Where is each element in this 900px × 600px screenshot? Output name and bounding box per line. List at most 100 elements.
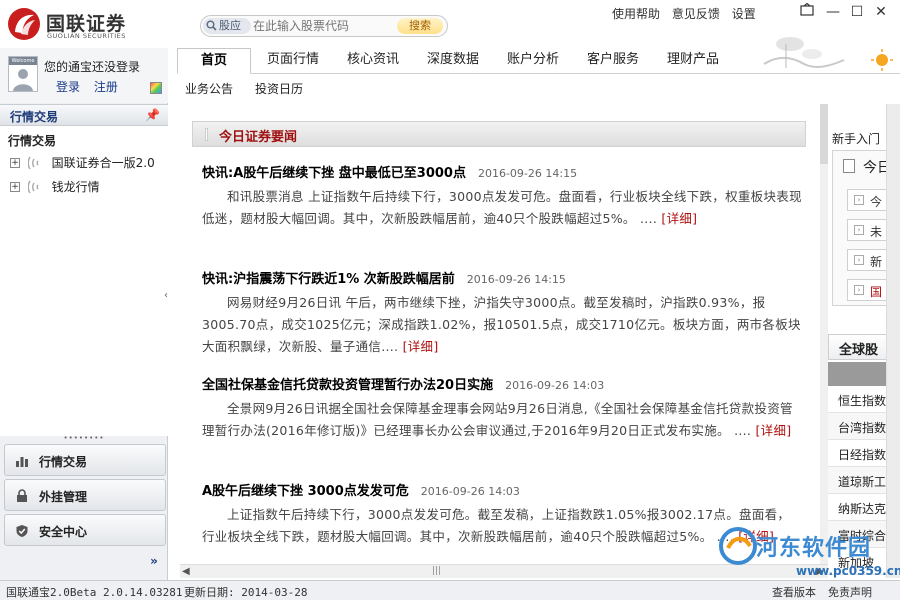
tab-home[interactable]: 首页 xyxy=(177,48,251,74)
logo-subtitle: GUOLIAN SECURITIES xyxy=(47,32,126,40)
status-bar: 国联通宝2.0Beta 2.0.14.03281 更新日期: 2014-03-2… xyxy=(0,580,900,600)
minimize-icon[interactable]: — xyxy=(824,3,842,21)
lock-icon xyxy=(17,489,27,502)
nav-button-quotes-trading[interactable]: 行情交易 xyxy=(4,444,166,476)
watermark-logo-icon xyxy=(719,527,757,565)
search-input[interactable] xyxy=(253,18,393,34)
more-chevron-icon[interactable]: » xyxy=(144,551,164,571)
avatar-caption: Welcome xyxy=(9,57,37,65)
bar-chart-icon xyxy=(16,457,28,467)
panel-header: 行情交易 📌 xyxy=(0,104,168,126)
login-link[interactable]: 登录 xyxy=(56,80,80,94)
avatar[interactable]: Welcome xyxy=(8,56,38,92)
arrow-box-icon: › xyxy=(854,225,864,235)
subtab-announcements[interactable]: 业务公告 xyxy=(185,80,233,97)
app-logo: 国联证券 GUOLIAN SECURITIES xyxy=(6,6,156,42)
search-type-label: 股应 xyxy=(219,19,241,32)
news-time: 2016-09-26 14:15 xyxy=(466,273,566,286)
news-more-link[interactable]: [详细] xyxy=(755,423,791,438)
panel-title: 行情交易 xyxy=(10,110,59,124)
today-item-label: 今 xyxy=(870,195,883,209)
view-version-link[interactable]: 查看版本 xyxy=(772,584,816,600)
news-summary: 网易财经9月26日讯 午后，两市继续下挫，沪指失守3000点。截至发稿时，沪指跌… xyxy=(202,295,801,354)
collapse-panel-icon[interactable]: ‹ xyxy=(164,290,172,301)
arrow-box-icon: › xyxy=(854,195,864,205)
today-item-label: 国 xyxy=(870,285,883,299)
expand-icon[interactable]: + xyxy=(10,181,20,192)
expand-icon[interactable]: + xyxy=(10,157,20,168)
content-vertical-scrollbar[interactable] xyxy=(820,104,828,564)
watermark: 河东软件园 www.pc0359.cn xyxy=(716,524,900,584)
document-icon xyxy=(843,159,855,173)
news-item: A股午后继续下挫 3000点发发可危 2016-09-26 14:03 上证指数午… xyxy=(202,480,802,548)
panel-splitter[interactable]: •••••••• xyxy=(0,434,168,442)
help-link[interactable]: 使用帮助 xyxy=(612,5,660,22)
disclaimer-link[interactable]: 免责声明 xyxy=(828,584,872,600)
scroll-left-icon[interactable]: ◀ xyxy=(182,566,190,577)
tree-item-label: 钱龙行情 xyxy=(51,180,100,194)
window-controls: — ☐ ✕ xyxy=(798,2,894,21)
news-title[interactable]: 全国社保基金信托贷款投资管理暂行办法20日实施 xyxy=(202,378,493,393)
ink-lotus-decoration xyxy=(763,37,893,71)
settings-link[interactable]: 设置 xyxy=(732,5,756,22)
signal-icon xyxy=(27,180,39,193)
watermark-name: 河东软件园 xyxy=(756,536,872,561)
tab-core-news[interactable]: 核心资讯 xyxy=(337,48,409,74)
nav-button-label: 行情交易 xyxy=(39,455,88,469)
tab-account-analysis[interactable]: 账户分析 xyxy=(497,48,569,74)
user-links: 登录 注册 xyxy=(56,78,128,95)
news-item: 全国社保基金信托贷款投资管理暂行办法20日实施 2016-09-26 14:03 … xyxy=(202,374,802,442)
news-title[interactable]: 快讯:沪指震荡下行跌近1% 次新股跌幅居前 xyxy=(202,272,455,287)
section-marker xyxy=(205,128,208,141)
tab-customer-service[interactable]: 客户服务 xyxy=(577,48,649,74)
today-item-label: 新 xyxy=(870,255,883,269)
tree-item-guolian[interactable]: + 国联证券合一版2.0 xyxy=(10,154,155,172)
tab-market[interactable]: 页面行情 xyxy=(257,48,329,74)
news-body: 上证指数午后持续下行，3000点发发可危。截至发稿，上证指数跌1.05%报300… xyxy=(202,504,802,548)
right-vertical-scrollbar[interactable] xyxy=(886,104,900,578)
signal-icon xyxy=(27,156,39,169)
feedback-link[interactable]: 意见反馈 xyxy=(672,5,720,22)
arrow-box-icon: › xyxy=(854,285,864,295)
watermark-url: www.pc0359.cn xyxy=(796,564,900,578)
section-title: 今日证券要闻 xyxy=(219,130,298,145)
stock-search: 股应 搜索 xyxy=(200,15,448,37)
news-time: 2016-09-26 14:15 xyxy=(477,167,578,180)
news-title[interactable]: A股午后继续下挫 3000点发发可危 xyxy=(202,484,409,499)
news-body: 网易财经9月26日讯 午后，两市继续下挫，沪指失守3000点。截至发稿时，沪指跌… xyxy=(202,292,802,358)
scroll-grip-icon[interactable]: ||| xyxy=(432,566,441,576)
news-title[interactable]: 快讯:A股午后继续下挫 盘中最低已至3000点 xyxy=(202,166,466,181)
news-more-link[interactable]: [详细] xyxy=(661,211,697,226)
nav-button-label: 安全中心 xyxy=(39,525,88,539)
palette-icon[interactable] xyxy=(150,82,162,94)
user-silhouette-icon xyxy=(13,69,33,91)
nav-button-plugin-manager[interactable]: 外挂管理 xyxy=(4,479,166,511)
search-icon xyxy=(206,20,217,31)
news-more-link[interactable]: [详细] xyxy=(403,339,439,354)
nav-button-security-center[interactable]: 安全中心 xyxy=(4,514,166,546)
update-date-text: 更新日期: 2014-03-28 xyxy=(184,586,308,599)
arrow-box-icon: › xyxy=(854,255,864,265)
tree-view: 行情交易 + 国联证券合一版2.0 + 钱龙行情 xyxy=(0,126,168,436)
news-body: 全景网9月26日讯据全国社会保障基金理事会网站9月26日消息,《全国社会保障基金… xyxy=(202,398,802,442)
section-header: 今日证券要闻 xyxy=(192,121,806,147)
news-summary: 全景网9月26日讯据全国社会保障基金理事会网站9月26日消息,《全国社会保障基金… xyxy=(202,401,793,438)
search-type-select[interactable]: 股应 xyxy=(203,18,251,34)
tree-item-label: 国联证券合一版2.0 xyxy=(51,156,155,170)
tree-item-qianlong[interactable]: + 钱龙行情 xyxy=(10,178,100,196)
tab-wealth-products[interactable]: 理财产品 xyxy=(657,48,729,74)
top-links: 使用帮助 意见反馈 设置 xyxy=(612,5,764,21)
scroll-thumb[interactable] xyxy=(820,104,828,164)
sub-tabs: 业务公告 投资日历 xyxy=(177,74,900,102)
skin-icon[interactable] xyxy=(798,2,816,21)
subtab-investment-calendar[interactable]: 投资日历 xyxy=(255,80,303,97)
tab-deep-data[interactable]: 深度数据 xyxy=(417,48,489,74)
close-icon[interactable]: ✕ xyxy=(872,3,890,21)
register-link[interactable]: 注册 xyxy=(94,80,118,94)
user-area: Welcome 您的通宝还没登录 登录 注册 xyxy=(0,48,168,103)
pin-icon[interactable]: 📌 xyxy=(145,108,160,122)
search-button[interactable]: 搜索 xyxy=(397,18,443,34)
version-text: 国联通宝2.0Beta 2.0.14.03281 xyxy=(6,586,183,599)
maximize-icon[interactable]: ☐ xyxy=(848,3,866,21)
beginner-guide-title[interactable]: 新手入门 xyxy=(832,130,880,147)
